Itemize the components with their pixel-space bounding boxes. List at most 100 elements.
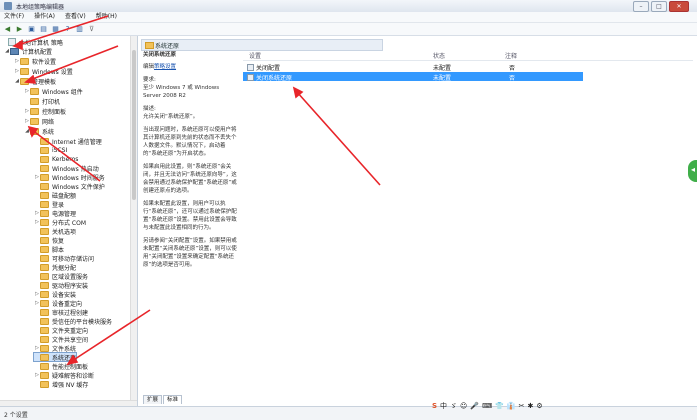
tree-item[interactable]: 关机选项 — [34, 227, 76, 236]
folder-icon — [40, 317, 49, 325]
maximize-button[interactable]: □ — [651, 1, 667, 12]
forward-icon[interactable]: ▶ — [15, 25, 24, 34]
folder-icon — [40, 245, 49, 253]
tree-item[interactable]: 增强 NV 缓存 — [34, 380, 88, 389]
tree-item[interactable]: Kerberos — [34, 155, 78, 163]
tree-item[interactable]: ◢ 系统 — [24, 127, 54, 136]
pc-icon — [10, 47, 19, 55]
description-paragraph: 另请参阅“关闭配置”设置。如果禁用或未配置“关闭系统还原”设置，则可以使用“关闭… — [143, 238, 237, 268]
ime-mode-icon[interactable]: 中 — [440, 401, 447, 411]
folder-icon — [40, 344, 49, 352]
toolbox-icon[interactable]: 👔 — [507, 401, 516, 411]
keyboard-icon[interactable]: ⌨ — [482, 401, 492, 411]
edit-policy-link[interactable]: 策略设置 — [154, 64, 176, 70]
tab-standard[interactable]: 标准 — [163, 395, 183, 404]
menu-view[interactable]: 查看(V) — [65, 12, 86, 22]
tree-item[interactable]: 磁盘配额 — [34, 191, 76, 200]
tree-item[interactable]: 本地计算机 策略 — [2, 38, 63, 47]
properties-icon[interactable]: ▥ — [75, 25, 84, 34]
menu-action[interactable]: 操作(A) — [34, 12, 55, 22]
tree-item[interactable]: 文件夹重定向 — [34, 326, 88, 335]
tree-scrollbar[interactable] — [130, 36, 137, 406]
row-note: 否 — [509, 65, 516, 72]
table-row[interactable]: 关闭配置 未配置 否 — [243, 62, 583, 72]
description-label: 描述: — [143, 106, 156, 112]
column-header-state[interactable]: 状态 — [433, 51, 445, 60]
microphone-icon[interactable]: 🎤 — [470, 401, 479, 411]
tree-item[interactable]: 区域设置服务 — [34, 272, 88, 281]
more-icon[interactable]: ✱ — [528, 401, 534, 411]
scroll-thumb[interactable] — [132, 50, 136, 200]
tree-item[interactable]: ▷ Windows 组件 — [24, 87, 83, 96]
up-icon[interactable]: ▣ — [27, 25, 36, 34]
tree-item[interactable]: ▷ Windows 时间服务 — [34, 173, 105, 182]
status-text: 2 个设置 — [4, 412, 28, 419]
tree-item[interactable]: 文件共享空间 — [34, 335, 88, 344]
folder-icon — [40, 299, 49, 307]
tree-item[interactable]: ▷ 分布式 COM — [34, 218, 86, 227]
details-pane: 系统还原 关闭系统还原 编辑策略设置 要求: 至少 Windows 7 或 Win… — [139, 36, 697, 406]
tab-extended[interactable]: 扩展 — [143, 395, 163, 404]
tree-item[interactable]: 驱动程序安装 — [34, 281, 88, 290]
menu-file[interactable]: 文件(F) — [4, 12, 24, 22]
column-header-setting[interactable]: 设置 — [249, 51, 261, 60]
help-icon[interactable]: ? — [63, 25, 72, 34]
toolbar: ◀ ▶ ▣ ▤ ▦ ? ▥ ⊽ — [0, 23, 697, 36]
tree-item[interactable]: 性能控制面板 — [34, 362, 88, 371]
policy-setting-icon — [247, 64, 254, 71]
filter-icon[interactable]: ⊽ — [87, 25, 96, 34]
folder-icon — [40, 191, 49, 199]
emoji-icon[interactable]: ☺ — [460, 401, 467, 411]
settings-icon[interactable]: ⚙ — [536, 401, 542, 411]
tree-item[interactable]: Windows 热启动 — [34, 164, 99, 173]
menu-help[interactable]: 帮助(H) — [96, 12, 117, 22]
navigation-tree: 本地计算机 策略 ◢ 计算机配置 ▷ 软件设置 ▷ Windows 设置 ◢ 管理模板 … — [0, 36, 138, 406]
back-icon[interactable]: ◀ — [3, 25, 12, 34]
table-row-selected[interactable]: 关闭系统还原 未配置 否 — [243, 72, 583, 82]
tree-item[interactable]: ▷ 电源管理 — [34, 209, 76, 218]
sogou-icon[interactable]: S — [432, 401, 437, 411]
floating-assistant-badge[interactable]: ◂ — [688, 160, 697, 182]
description-text: 允许关闭“系统还原”。 — [143, 114, 199, 120]
folder-icon — [40, 173, 49, 181]
requirements-text: 至少 Windows 7 或 Windows Server 2008 R2 — [143, 85, 220, 99]
screenshot-icon[interactable]: ✂ — [519, 401, 525, 411]
tree-item[interactable]: 受信任的平台模块服务 — [34, 317, 112, 326]
policy-icon — [8, 38, 16, 46]
folder-icon — [40, 281, 49, 289]
folder-icon — [20, 67, 29, 75]
tree-item[interactable]: ▷ 疑难解答和诊断 — [34, 371, 94, 380]
tree-item[interactable]: 可移动存储访问 — [34, 254, 94, 263]
show-hide-tree-icon[interactable]: ▤ — [39, 25, 48, 34]
description-panel: 关闭系统还原 编辑策略设置 要求: 至少 Windows 7 或 Windows … — [143, 51, 238, 396]
tree-item[interactable]: iSCSI — [34, 146, 67, 154]
tree-item[interactable]: 凭据分配 — [34, 263, 76, 272]
tree-item[interactable]: 恢复 — [34, 236, 64, 245]
tree-item[interactable]: ▷ 控制面板 — [24, 107, 66, 116]
tree-item[interactable]: 脚本 — [34, 245, 64, 254]
tree-item[interactable]: 登录 — [34, 200, 64, 209]
tree-item-selected[interactable]: 系统还原 — [32, 352, 78, 362]
minimize-button[interactable]: – — [633, 1, 649, 12]
column-header-note[interactable]: 注释 — [505, 51, 517, 60]
tree-item[interactable]: ▷ Windows 设置 — [14, 67, 73, 76]
export-icon[interactable]: ▦ — [51, 25, 60, 34]
tree-item[interactable]: ▷ 设备安装 — [34, 290, 76, 299]
tree-item[interactable]: Windows 文件保护 — [34, 182, 105, 191]
tree-item[interactable]: 打印机 — [24, 97, 60, 106]
tree-item[interactable]: ▷ 设备重定向 — [34, 299, 82, 308]
folder-icon — [20, 77, 29, 85]
folder-icon — [20, 57, 29, 65]
tree-item[interactable]: ▷ 软件设置 — [14, 57, 56, 66]
close-button[interactable]: ✕ — [669, 1, 689, 12]
punctuation-icon[interactable]: ゞ — [450, 401, 457, 411]
tree-item[interactable]: Internet 通信管理 — [34, 137, 102, 146]
tree-item[interactable]: ▷ 文件系统 — [34, 344, 76, 353]
row-setting: 关闭系统还原 — [256, 75, 293, 82]
tree-item[interactable]: ◢ 计算机配置 — [4, 47, 52, 56]
folder-icon — [40, 164, 49, 172]
tree-item[interactable]: ▷ 网络 — [24, 117, 54, 126]
tree-item[interactable]: 审核过程创建 — [34, 308, 88, 317]
skin-icon[interactable]: 👕 — [495, 401, 504, 411]
tree-item[interactable]: ◢ 管理模板 — [14, 77, 56, 86]
